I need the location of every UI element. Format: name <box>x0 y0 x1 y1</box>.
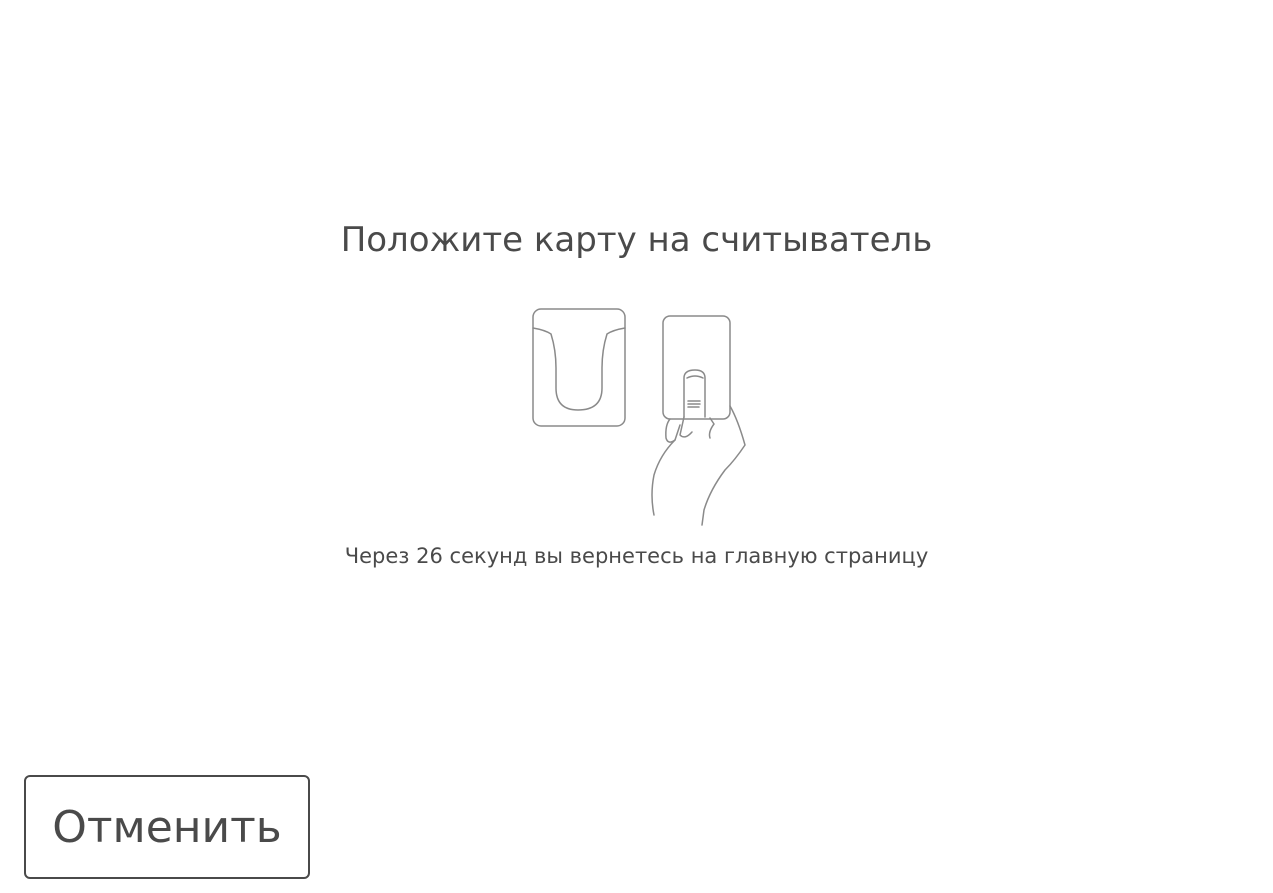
countdown-text: Через 26 секунд вы вернетесь на главную … <box>344 544 929 568</box>
hand-icon <box>651 369 746 526</box>
page-title: Положите карту на считыватель <box>340 220 933 260</box>
cancel-button[interactable]: Отменить <box>24 775 310 879</box>
card-reader-tap-icon <box>520 300 760 530</box>
card-reader-icon <box>532 308 626 427</box>
